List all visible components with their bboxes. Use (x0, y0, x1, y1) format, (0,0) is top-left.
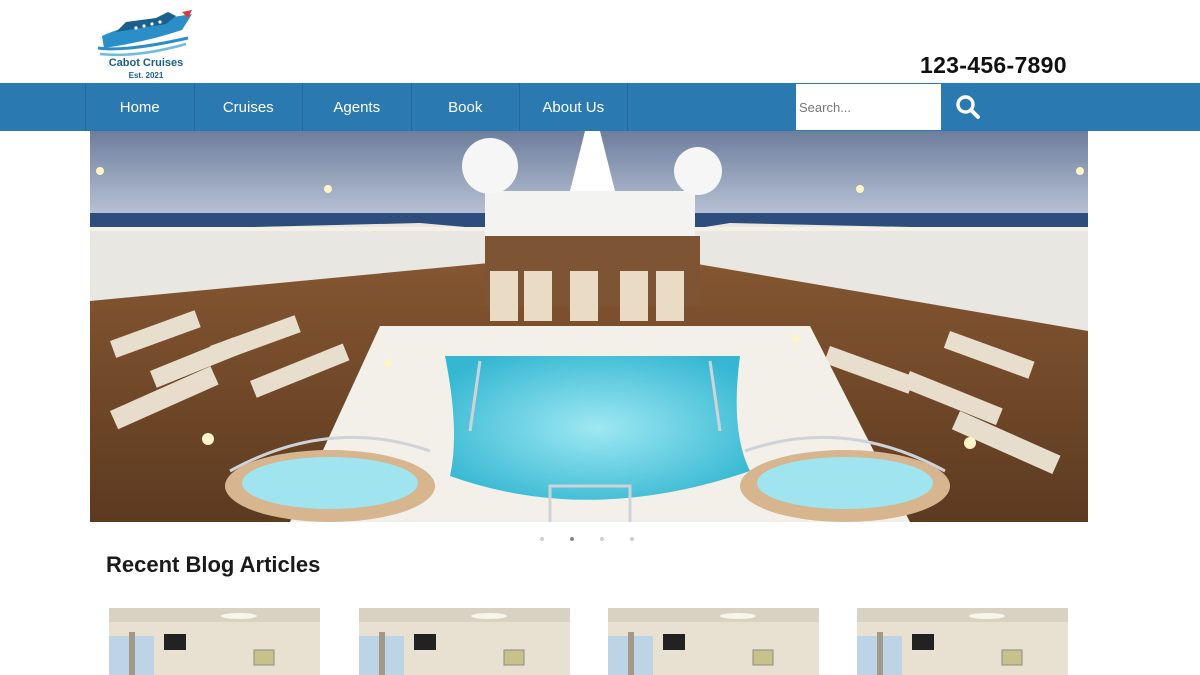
blog-card-image[interactable] (109, 608, 320, 675)
pool-deck-image (90, 131, 1088, 522)
nav-item-about-us[interactable]: About Us (519, 83, 628, 131)
blog-card-image[interactable] (359, 608, 570, 675)
main-nav: Home Cruises Agents Book About Us (0, 83, 1200, 131)
blog-thumbnail (857, 608, 1068, 675)
blog-thumbnail (608, 608, 819, 675)
hero-slider-image[interactable] (90, 131, 1088, 522)
cruise-ship-icon (97, 10, 192, 57)
slider-dot-active[interactable] (570, 537, 574, 541)
search-input[interactable] (796, 84, 941, 130)
search-icon (956, 95, 980, 119)
blog-thumbnail (109, 608, 320, 675)
slider-dot[interactable] (540, 537, 544, 541)
slider-dots (540, 537, 634, 541)
slider-dot[interactable] (600, 537, 604, 541)
brand-name: Cabot Cruises (108, 57, 184, 69)
blog-heading: Recent Blog Articles (106, 552, 321, 577)
brand-established: Est. 2021 (128, 71, 164, 80)
nav-item-book[interactable]: Book (410, 83, 520, 131)
search-button[interactable] (941, 84, 995, 130)
blog-thumbnail (359, 608, 570, 675)
site-header: Cabot Cruises Est. 2021 123-456-7890 (0, 0, 1200, 83)
blog-card-image[interactable] (608, 608, 819, 675)
blog-card-image[interactable] (857, 608, 1068, 675)
nav-item-agents[interactable]: Agents (302, 83, 411, 131)
slider-dot[interactable] (630, 537, 634, 541)
nav-list: Home Cruises Agents Book About Us (85, 83, 628, 131)
nav-item-home[interactable]: Home (85, 83, 194, 131)
nav-item-cruises[interactable]: Cruises (193, 83, 303, 131)
site-logo[interactable]: Cabot Cruises Est. 2021 (96, 8, 196, 82)
phone-number[interactable]: 123-456-7890 (920, 52, 1067, 79)
